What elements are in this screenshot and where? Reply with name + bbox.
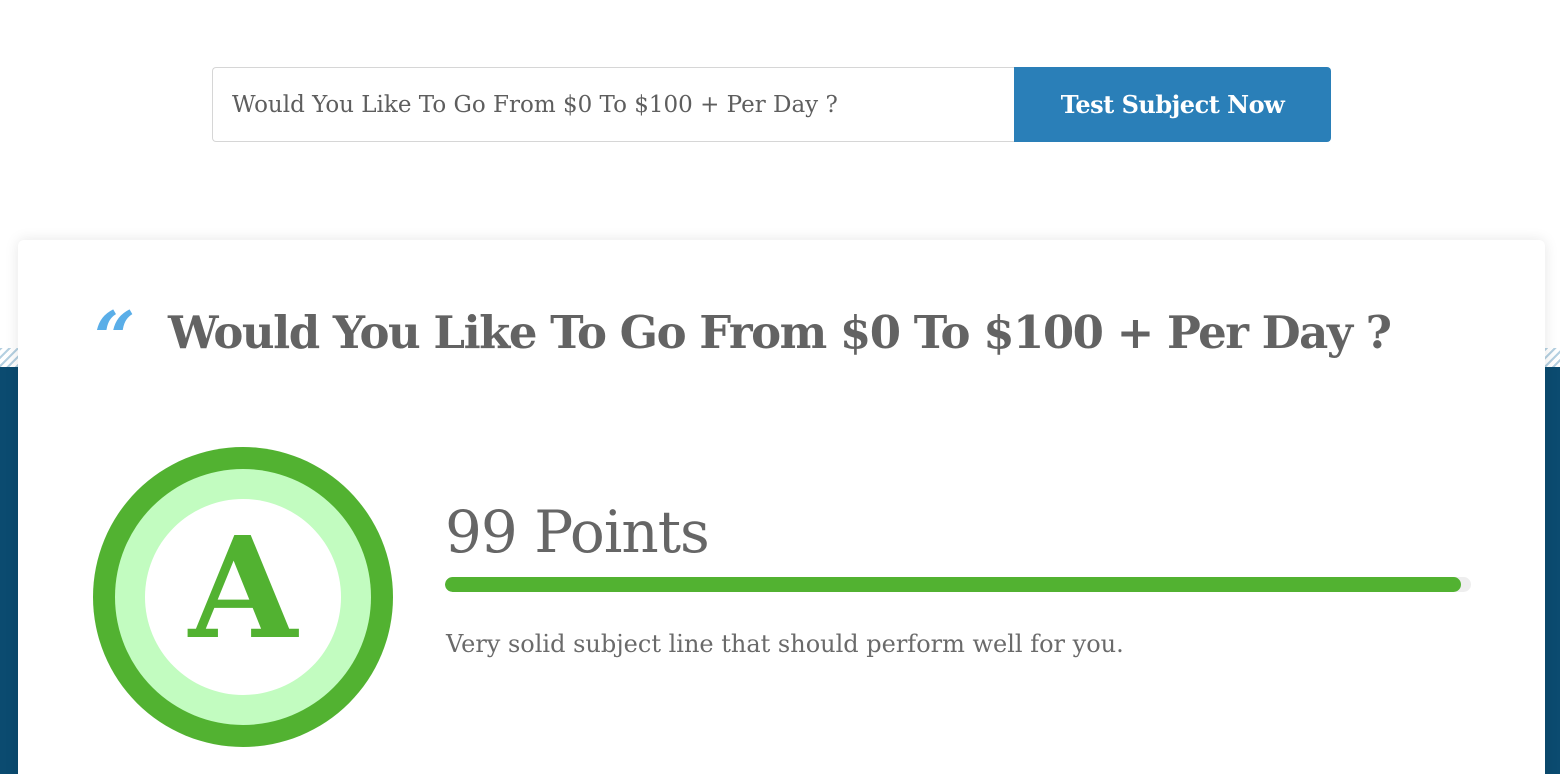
grade-badge: A (93, 447, 393, 747)
score-description: Very solid subject line that should perf… (446, 630, 1124, 658)
score-bar-fill (445, 577, 1461, 592)
subject-input[interactable] (212, 67, 1014, 142)
test-subject-button[interactable]: Test Subject Now (1014, 67, 1331, 142)
result-card: “ Would You Like To Go From $0 To $100 +… (18, 240, 1545, 774)
grade-letter: A (187, 507, 300, 671)
subject-test-form: Test Subject Now (212, 67, 1331, 142)
score-bar (445, 577, 1471, 592)
quote-mark-icon: “ (94, 295, 136, 380)
page: Test Subject Now “ Would You Like To Go … (0, 0, 1560, 774)
points-label: 99 Points (445, 498, 710, 566)
subject-title: Would You Like To Go From $0 To $100 + P… (168, 306, 1392, 359)
